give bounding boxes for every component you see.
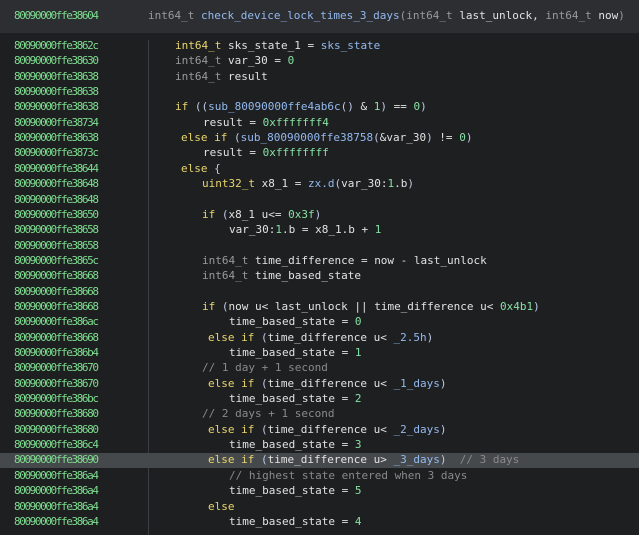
line-code[interactable]: // 2 days + 1 second [202,407,334,420]
line-code[interactable]: // highest state entered when 3 days [229,469,467,482]
code-line[interactable]: 80090000ffe386a4 time_based_state = 5 [0,484,639,499]
line-code[interactable]: // 1 day + 1 second [202,361,328,374]
code-line[interactable]: 80090000ffe38638 else if (sub_80090000ffe… [0,131,639,146]
code-line[interactable]: 80090000ffe38668 int64_t time_based_state [0,269,639,284]
line-address[interactable]: 80090000ffe38638 [14,131,99,144]
line-address[interactable]: 80090000ffe38658 [14,223,99,236]
function-signature[interactable]: int64_t check_device_lock_times_3_days(i… [148,9,625,22]
line-address[interactable]: 80090000ffe38670 [14,361,99,374]
line-address[interactable]: 80090000ffe386a4 [14,515,99,528]
line-address[interactable]: 80090000ffe3862c [14,39,99,52]
line-code[interactable]: int64_t var_30 = 0 [175,54,294,67]
code-line[interactable]: 80090000ffe386b4 time_based_state = 1 [0,346,639,361]
line-code[interactable]: time_based_state = 3 [229,438,361,451]
code-line[interactable]: 80090000ffe38658 var_30:1.b = x8_1.b + 1 [0,223,639,238]
line-address[interactable]: 80090000ffe38630 [14,54,99,67]
code-line[interactable]: 80090000ffe38644 else { [0,162,639,177]
code-line[interactable]: 80090000ffe386bc time_based_state = 2 [0,392,639,407]
code-line[interactable]: 80090000ffe386a4 else [0,500,639,515]
line-address[interactable]: 80090000ffe386c4 [14,438,99,451]
function-header: 80090000ffe38604 int64_t check_device_lo… [0,0,639,33]
code-line[interactable]: 80090000ffe38648 uint32_t x8_1 = zx.d(var… [0,177,639,192]
line-code[interactable]: int64_t time_difference = now - last_unl… [202,254,487,267]
code-line-selected[interactable]: 80090000ffe38690 else if (time_difference… [0,453,639,469]
line-address[interactable]: 80090000ffe386a4 [14,500,99,513]
line-address[interactable]: 80090000ffe38670 [14,377,99,390]
code-line[interactable]: 80090000ffe38670 // 1 day + 1 second [0,361,639,376]
line-address[interactable]: 80090000ffe38638 [14,100,99,113]
line-address[interactable]: 80090000ffe386ac [14,315,99,328]
line-address[interactable]: 80090000ffe38638 [14,70,99,83]
code-line[interactable]: 80090000ffe38638 if ((sub_80090000ffe4ab6… [0,100,639,115]
line-code[interactable]: time_based_state = 0 [229,315,361,328]
line-address[interactable]: 80090000ffe38668 [14,285,99,298]
code-line[interactable]: 80090000ffe38734 result = 0xfffffff4 [0,116,639,131]
line-code[interactable]: if ((sub_80090000ffe4ab6c() & 1) == 0) [175,100,427,113]
line-address[interactable]: 80090000ffe3865c [14,254,99,267]
code-line[interactable]: 80090000ffe38638 [0,85,639,100]
function-address[interactable]: 80090000ffe38604 [14,9,99,22]
code-line[interactable]: 80090000ffe386ac time_based_state = 0 [0,315,639,330]
line-address[interactable]: 80090000ffe38690 [14,453,99,466]
line-address[interactable]: 80090000ffe38668 [14,331,99,344]
code-line[interactable]: 80090000ffe3862c int64_t sks_state_1 = sk… [0,39,639,54]
line-address[interactable]: 80090000ffe38644 [14,162,99,175]
line-address[interactable]: 80090000ffe38680 [14,423,99,436]
line-code[interactable]: result = 0xffffffff [203,146,329,159]
line-address[interactable]: 80090000ffe386a4 [14,484,99,497]
line-code[interactable]: var_30:1.b = x8_1.b + 1 [229,223,381,236]
code-line[interactable]: 80090000ffe38668 [0,285,639,300]
line-code[interactable]: int64_t result [175,70,268,83]
line-address[interactable]: 80090000ffe38658 [14,239,99,252]
line-address[interactable]: 80090000ffe38648 [14,177,99,190]
line-address[interactable]: 80090000ffe3873c [14,146,99,159]
line-address[interactable]: 80090000ffe38734 [14,116,99,129]
code-line[interactable]: 80090000ffe38658 [0,239,639,254]
line-address[interactable]: 80090000ffe38650 [14,208,99,221]
code-line[interactable]: 80090000ffe386c4 time_based_state = 3 [0,438,639,453]
line-code[interactable]: else if (time_difference u< _1_days) [208,377,446,390]
line-code[interactable]: int64_t time_based_state [202,269,361,282]
code-line[interactable]: 80090000ffe386a4 // highest state entered… [0,469,639,484]
line-code[interactable]: if (now u< last_unlock || time_differenc… [202,300,540,313]
line-code[interactable]: else if (time_difference u< _2.5h) [208,331,433,344]
line-code[interactable]: else if (time_difference u> _3_days) // … [208,453,519,466]
line-code[interactable]: else [208,500,235,513]
line-code[interactable]: time_based_state = 5 [229,484,361,497]
line-code[interactable]: result = 0xfffffff4 [203,116,329,129]
code-line[interactable]: 80090000ffe386a4 time_based_state = 4 [0,515,639,530]
line-code[interactable]: if (x8_1 u<= 0x3f) [202,208,321,221]
line-address[interactable]: 80090000ffe38638 [14,85,99,98]
line-address[interactable]: 80090000ffe38668 [14,300,99,313]
line-code[interactable]: else if (time_difference u< _2_days) [208,423,446,436]
code-line[interactable]: 80090000ffe38668 else if (time_difference… [0,331,639,346]
code-line[interactable]: 80090000ffe38670 else if (time_difference… [0,377,639,392]
line-code[interactable]: else { [181,162,221,175]
code-line[interactable]: 80090000ffe38650 if (x8_1 u<= 0x3f) [0,208,639,223]
line-code[interactable]: int64_t sks_state_1 = sks_state [175,39,380,52]
code-line[interactable]: 80090000ffe38630 int64_t var_30 = 0 [0,54,639,69]
line-address[interactable]: 80090000ffe38680 [14,407,99,420]
code-line[interactable]: 80090000ffe38680 // 2 days + 1 second [0,407,639,422]
code-line[interactable]: 80090000ffe38668 if (now u< last_unlock |… [0,300,639,315]
line-code[interactable]: else if (sub_80090000ffe38758(&var_30) !… [181,131,472,144]
line-code[interactable]: time_based_state = 4 [229,515,361,528]
line-code[interactable]: time_based_state = 2 [229,392,361,405]
line-address[interactable]: 80090000ffe386bc [14,392,99,405]
line-address[interactable]: 80090000ffe386b4 [14,346,99,359]
code-line[interactable]: 80090000ffe38648 [0,193,639,208]
code-line[interactable]: 80090000ffe3865c int64_t time_difference … [0,254,639,269]
line-code[interactable]: uint32_t x8_1 = zx.d(var_30:1.b) [202,177,414,190]
line-address[interactable]: 80090000ffe38668 [14,269,99,282]
code-line[interactable]: 80090000ffe3873c result = 0xffffffff [0,146,639,161]
code-line[interactable]: 80090000ffe38638 int64_t result [0,70,639,85]
line-address[interactable]: 80090000ffe38648 [14,193,99,206]
line-code[interactable]: time_based_state = 1 [229,346,361,359]
line-address[interactable]: 80090000ffe386a4 [14,469,99,482]
code-line[interactable]: 80090000ffe38680 else if (time_difference… [0,423,639,438]
